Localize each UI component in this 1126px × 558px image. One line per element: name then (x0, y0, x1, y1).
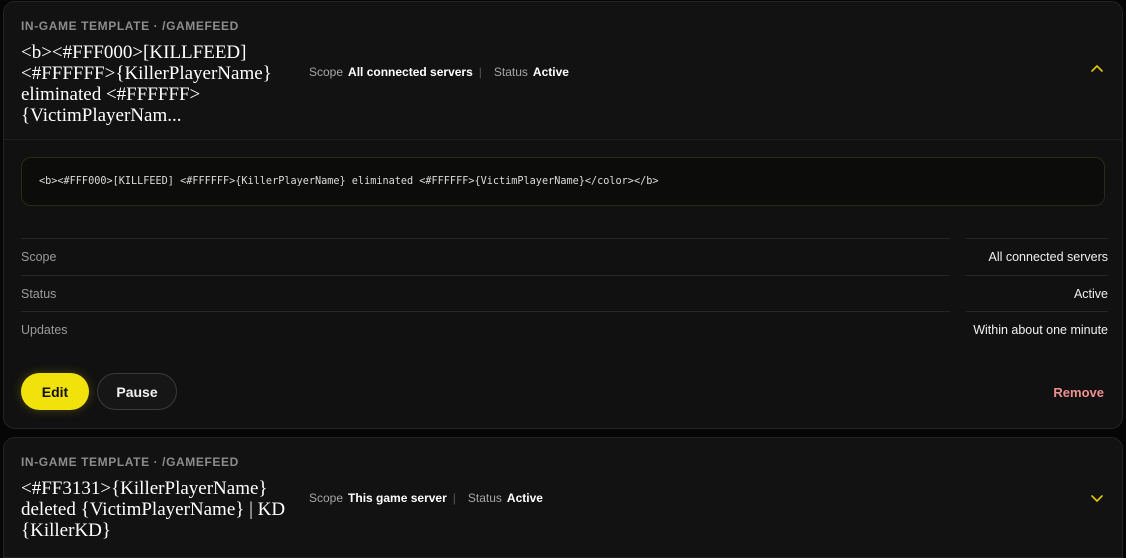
detail-value: Within about one minute (973, 323, 1108, 337)
template-title: <b><#FFF000>[KILLFEED] <#FFFFFF>{KillerP… (21, 42, 272, 126)
chevron-down-icon[interactable] (1089, 490, 1105, 506)
detail-label: Status (21, 287, 57, 301)
template-eyebrow: IN-GAME TEMPLATE · /GAMEFEED (21, 455, 239, 469)
detail-value: All connected servers (988, 250, 1108, 264)
status-value: Active (506, 491, 543, 505)
template-card: IN-GAME TEMPLATE · /GAMEFEED <b><#FFF000… (3, 1, 1123, 429)
status-label: Status (493, 65, 528, 79)
edit-button[interactable]: Edit (21, 373, 89, 410)
template-code-preview: <b><#FFF000>[KILLFEED] <#FFFFFF>{KillerP… (21, 157, 1105, 206)
scope-value: This game server (348, 491, 447, 505)
detail-value: Active (1073, 287, 1108, 301)
meta-separator: | (478, 65, 482, 79)
detail-row-scope: Scope All connected servers (21, 238, 1108, 274)
status-label: Status (467, 491, 502, 505)
template-card-header[interactable]: IN-GAME TEMPLATE · /GAMEFEED <#FF3131>{K… (4, 438, 1122, 557)
pause-button[interactable]: Pause (97, 373, 177, 410)
status-value: Active (532, 65, 569, 79)
scope-label: Scope (309, 65, 344, 79)
scope-label: Scope (309, 491, 344, 505)
scope-value: All connected servers (348, 65, 473, 79)
detail-label: Scope (21, 250, 57, 264)
template-meta: Scope All connected servers | Status Act… (309, 65, 569, 79)
detail-row-status: Status Active (21, 275, 1108, 311)
detail-row-updates: Updates Within about one minute (21, 311, 1108, 347)
detail-label: Updates (21, 323, 68, 337)
chevron-up-icon[interactable] (1089, 60, 1105, 76)
template-card: IN-GAME TEMPLATE · /GAMEFEED <#FF3131>{K… (3, 437, 1123, 558)
template-eyebrow: IN-GAME TEMPLATE · /GAMEFEED (21, 19, 239, 33)
meta-separator: | (452, 491, 456, 505)
template-title: <#FF3131>{KillerPlayerName} deleted {Vic… (21, 478, 286, 541)
remove-button[interactable]: Remove (1053, 385, 1104, 400)
template-card-header[interactable]: IN-GAME TEMPLATE · /GAMEFEED <b><#FFF000… (4, 2, 1122, 140)
template-meta: Scope This game server | Status Active (309, 491, 543, 505)
